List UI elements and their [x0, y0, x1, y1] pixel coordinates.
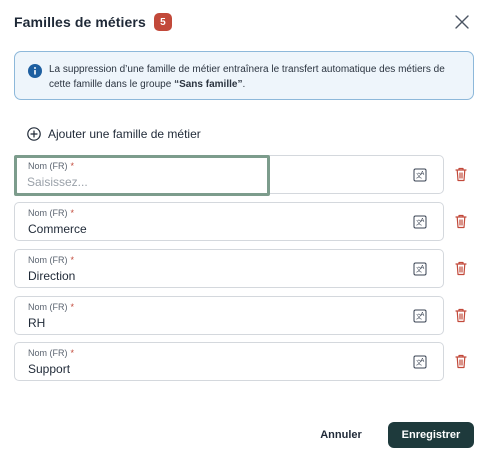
family-name-value[interactable]: RH [28, 316, 45, 330]
cancel-button[interactable]: Annuler [315, 422, 367, 448]
add-family-button[interactable]: Ajouter une famille de métier [27, 125, 201, 143]
required-marker: * [70, 302, 75, 312]
delete-icon[interactable] [454, 307, 468, 323]
translate-icon[interactable]: 文 A [413, 168, 427, 182]
svg-text:A: A [421, 171, 425, 177]
family-name-value[interactable]: Direction [28, 269, 75, 283]
family-name-input[interactable] [27, 174, 257, 190]
field-label: Nom (FR) * [28, 161, 75, 171]
family-name-value[interactable]: Commerce [28, 222, 87, 236]
family-name-field[interactable]: Nom (FR) * Direction 文 A [14, 249, 444, 288]
required-marker: * [70, 348, 75, 358]
field-label: Nom (FR) * [28, 302, 75, 312]
delete-icon[interactable] [454, 213, 468, 229]
family-row: Nom (FR) * Commerce 文 A [14, 202, 484, 241]
info-text-emphasis: “Sans famille” [174, 79, 243, 90]
svg-text:A: A [421, 218, 425, 224]
info-text: La suppression d’une famille de métier e… [49, 64, 445, 90]
svg-text:A: A [421, 312, 425, 318]
modal-title: Familles de métiers [14, 14, 146, 30]
family-row: Nom (FR) * Direction 文 A [14, 249, 484, 288]
family-row: Nom (FR)* 文 A [14, 155, 484, 196]
plus-circle-icon [27, 127, 41, 141]
family-name-value[interactable]: Support [28, 362, 70, 376]
field-label: Nom (FR) * [28, 255, 75, 265]
translate-icon[interactable]: 文 A [413, 309, 427, 323]
required-marker: * [70, 161, 75, 171]
family-name-field[interactable]: Nom (FR)* 文 A [14, 155, 444, 196]
modal-header: Familles de métiers 5 [14, 11, 477, 33]
save-button[interactable]: Enregistrer [388, 422, 474, 448]
field-label: Nom (FR) * [28, 348, 75, 358]
close-icon [455, 15, 469, 29]
info-icon [28, 64, 42, 78]
delete-icon[interactable] [454, 353, 468, 369]
family-name-field[interactable]: Nom (FR) * Commerce 文 A [14, 202, 444, 241]
translate-icon[interactable]: 文 A [413, 262, 427, 276]
close-button[interactable] [453, 13, 471, 31]
info-banner: La suppression d’une famille de métier e… [14, 51, 474, 100]
job-families-modal: Familles de métiers 5 La suppression d’u… [0, 0, 491, 466]
required-marker: * [70, 255, 75, 265]
delete-icon[interactable] [454, 166, 468, 182]
svg-text:A: A [421, 265, 425, 271]
family-name-field[interactable]: Nom (FR) * RH 文 A [14, 296, 444, 335]
field-label: Nom (FR) * [28, 208, 75, 218]
svg-text:A: A [421, 358, 425, 364]
family-row: Nom (FR) * RH 文 A [14, 296, 484, 335]
info-text-end: . [242, 79, 246, 90]
add-family-label: Ajouter une famille de métier [48, 127, 201, 141]
family-row: Nom (FR) * Support 文 A [14, 342, 484, 381]
count-badge: 5 [153, 13, 172, 31]
family-name-field[interactable]: Nom (FR) * Support 文 A [14, 342, 444, 381]
translate-icon[interactable]: 文 A [413, 215, 427, 229]
translate-icon[interactable]: 文 A [413, 355, 427, 369]
required-marker: * [70, 208, 75, 218]
delete-icon[interactable] [454, 260, 468, 276]
